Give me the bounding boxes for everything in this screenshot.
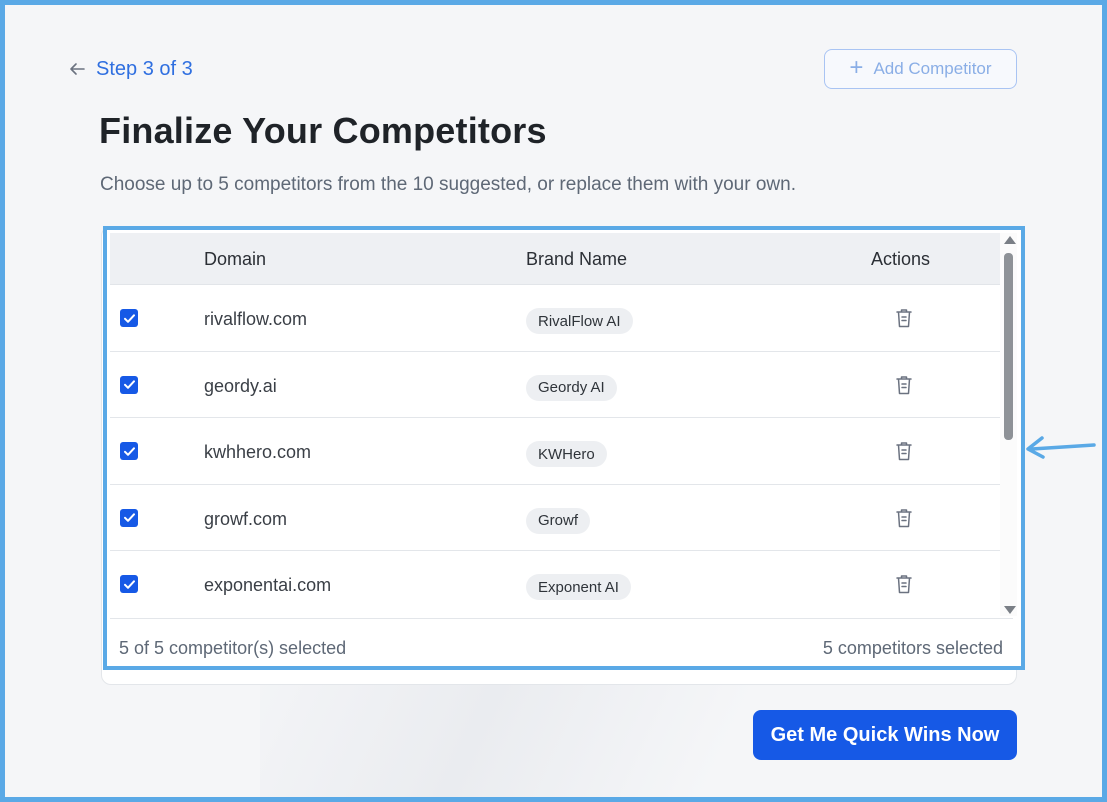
row-checkbox[interactable]	[120, 375, 138, 394]
table-scrollbar[interactable]	[1000, 233, 1017, 616]
competitors-table: Domain Brand Name Actions rivalflow.com …	[103, 226, 1025, 670]
selection-count: 5 of 5 competitor(s) selected	[119, 638, 347, 658]
row-domain: kwhhero.com	[204, 442, 312, 463]
arrow-left-icon	[70, 63, 85, 75]
page-subtitle: Choose up to 5 competitors from the 10 s…	[100, 174, 796, 195]
scroll-down-icon[interactable]	[1004, 606, 1016, 614]
checkmark-icon	[123, 580, 135, 589]
selection-summary: 5 competitors selected	[822, 638, 1003, 658]
header-domain: Domain	[204, 249, 267, 269]
row-checkbox[interactable]	[120, 442, 138, 461]
table-header: Domain Brand Name Actions	[110, 233, 1000, 285]
trash-icon[interactable]	[894, 573, 914, 595]
table-row: geordy.ai Geordy AI	[110, 351, 1000, 419]
row-domain: rivalflow.com	[204, 309, 308, 329]
checkmark-icon	[123, 446, 135, 456]
table-row: rivalflow.com RivalFlow AI	[110, 285, 1000, 352]
brand-badge: Geordy AI	[526, 374, 617, 401]
page-title: Finalize Your Competitors	[99, 110, 547, 151]
add-competitor-label: Add Competitor	[873, 59, 992, 78]
brand-badge: RivalFlow AI	[526, 308, 633, 334]
add-competitor-button[interactable]: + Add Competitor	[824, 49, 1017, 89]
table-footer: 5 of 5 competitor(s) selected 5 competit…	[110, 618, 1013, 664]
brand-badge: Exponent AI	[526, 574, 631, 601]
brand-badge: KWHero	[526, 441, 607, 468]
row-checkbox[interactable]	[120, 508, 138, 527]
checkmark-icon	[123, 380, 135, 389]
scroll-up-icon[interactable]	[1004, 236, 1016, 244]
header-brand-name: Brand Name	[526, 249, 628, 269]
row-domain: growf.com	[204, 508, 288, 529]
scroll-thumb[interactable]	[1004, 253, 1013, 440]
trash-icon[interactable]	[894, 440, 914, 462]
row-domain: geordy.ai	[204, 375, 277, 396]
table-row: kwhhero.com KWHero	[110, 418, 1000, 485]
annotation-arrow-icon	[1026, 436, 1096, 459]
back-link-label: Step 3 of 3	[96, 57, 193, 80]
trash-icon[interactable]	[894, 374, 914, 396]
brand-badge: Growf	[526, 507, 591, 534]
table-row: exponentai.com Exponent AI	[110, 551, 1000, 615]
row-checkbox[interactable]	[120, 575, 138, 594]
checkmark-icon	[123, 313, 135, 323]
row-checkbox[interactable]	[120, 309, 138, 327]
trash-icon[interactable]	[894, 507, 914, 529]
trash-icon[interactable]	[894, 307, 914, 329]
plus-icon: +	[849, 54, 864, 81]
header-actions: Actions	[871, 249, 931, 269]
quick-wins-button[interactable]: Get Me Quick Wins Now	[753, 710, 1017, 760]
table-body: rivalflow.com RivalFlow AI geordy.ai Geo…	[110, 285, 1000, 615]
table-row: growf.com Growf	[110, 484, 1000, 552]
row-domain: exponentai.com	[204, 575, 332, 596]
back-link[interactable]: Step 3 of 3	[68, 56, 193, 82]
checkmark-icon	[123, 513, 135, 523]
